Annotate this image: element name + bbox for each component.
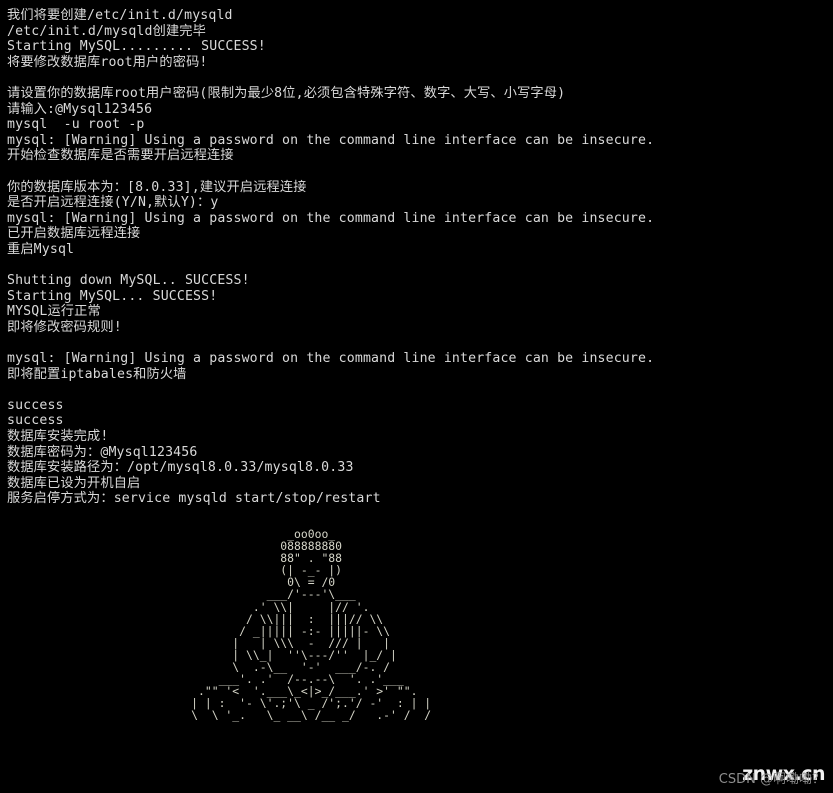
terminal-line: 你的数据库版本为：[8.0.33],建议开启远程连接: [7, 179, 307, 195]
watermark-source: CSDN @啊嘞嘞？: [718, 772, 825, 787]
terminal-output-log: 我们将要创建/etc/init.d/mysqld/etc/init.d/mysq…: [7, 8, 833, 507]
terminal-line: mysql -u root -p: [7, 117, 145, 133]
terminal-line: 数据库安装完成!: [7, 429, 109, 445]
terminal-line: 将要修改数据库root用户的密码!: [7, 54, 208, 70]
terminal-line: 服务启停方式为：service mysqld start/stop/restar…: [7, 491, 381, 507]
terminal-line: mysql: [Warning] Using a password on the…: [7, 132, 655, 148]
terminal-line: success: [7, 413, 64, 429]
terminal-line: Starting MySQL......... SUCCESS!: [7, 39, 266, 55]
ascii-art-container: _oo0oo_ 088888880 88" . "88 (| -_- |) 0\…: [0, 528, 833, 722]
terminal-line: 开始检查数据库是否需要开启远程连接: [7, 148, 234, 164]
terminal-line: Shutting down MySQL.. SUCCESS!: [7, 273, 250, 289]
terminal-line: 重启Mysql: [7, 241, 75, 257]
terminal-line: /etc/init.d/mysqld创建完毕: [7, 23, 206, 39]
terminal-line: 数据库已设为开机自启: [7, 475, 141, 491]
terminal-line: 数据库安装路径为：/opt/mysql8.0.33/mysql8.0.33: [7, 460, 354, 476]
watermark: znwx.cn CSDN @啊嘞嘞？: [718, 763, 826, 787]
terminal-line: 请设置你的数据库root用户密码(限制为最少8位,必须包含特殊字符、数字、大写、…: [7, 85, 566, 101]
terminal-line: Starting MySQL... SUCCESS!: [7, 288, 218, 304]
terminal-line: 已开启数据库远程连接: [7, 226, 141, 242]
terminal-line: success: [7, 397, 64, 413]
terminal-line: 即将修改密码规则!: [7, 319, 122, 335]
watermark-brand: znwx.cn: [742, 763, 825, 785]
terminal-line: 数据库密码为：@Mysql123456: [7, 444, 198, 460]
terminal-window: 我们将要创建/etc/init.d/mysqld/etc/init.d/mysq…: [0, 0, 833, 793]
buddha-blessing-ascii-art: _oo0oo_ 088888880 88" . "88 (| -_- |) 0\…: [191, 527, 432, 723]
terminal-line: MYSQL运行正常: [7, 304, 101, 320]
terminal-line: 我们将要创建/etc/init.d/mysqld: [7, 8, 233, 23]
terminal-line: 请输入:@Mysql123456: [7, 101, 153, 117]
terminal-line: mysql: [Warning] Using a password on the…: [7, 351, 655, 367]
terminal-line: 是否开启远程连接(Y/N,默认Y)：y: [7, 195, 219, 211]
terminal-line: mysql: [Warning] Using a password on the…: [7, 210, 655, 226]
terminal-line: 即将配置iptabales和防火墙: [7, 366, 187, 382]
